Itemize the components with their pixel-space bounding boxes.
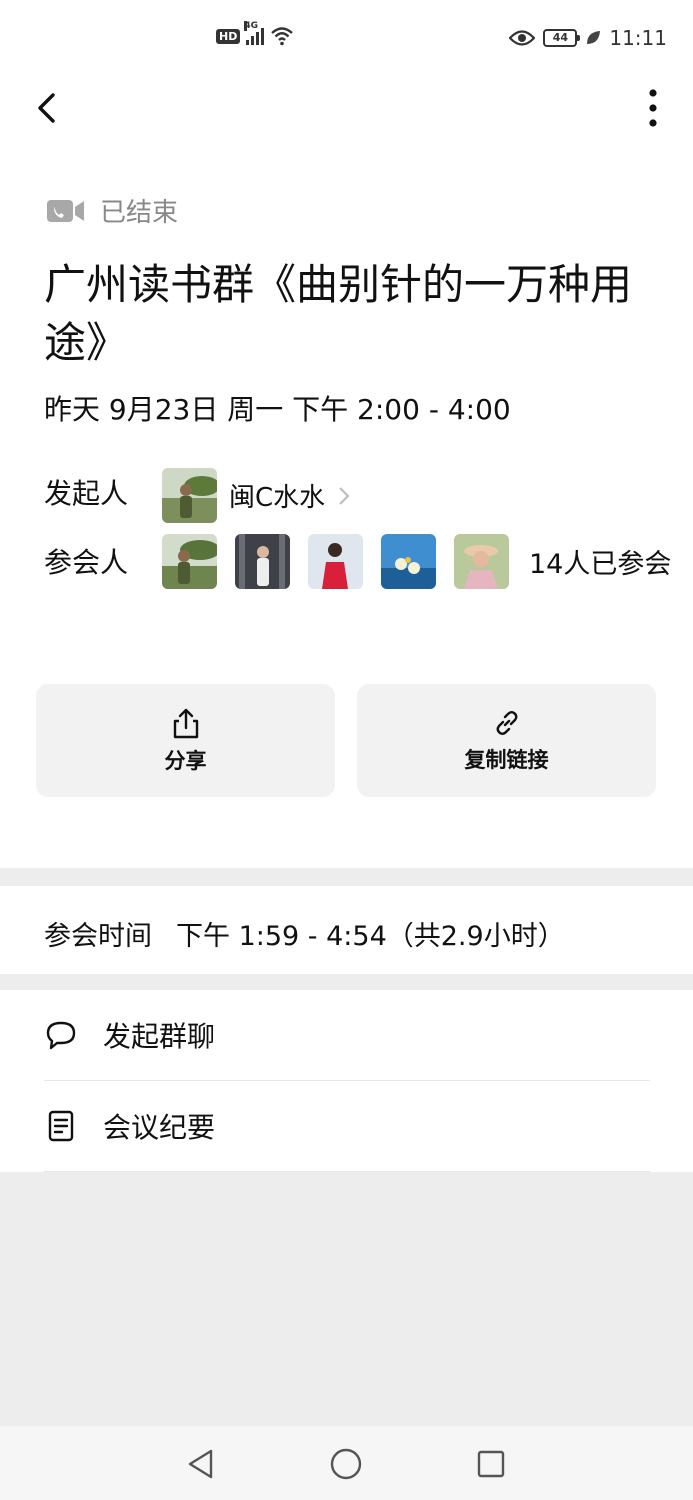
share-label: 分享 — [164, 748, 207, 773]
divider — [44, 1171, 650, 1172]
share-icon — [173, 708, 198, 738]
join-time-label: 参会时间 — [44, 921, 152, 952]
participants-row[interactable]: 14人已参会 — [162, 534, 671, 589]
meeting-minutes-label: 会议纪要 — [103, 1111, 216, 1144]
join-time-section: 参会时间 下午 1:59 - 4:54（共2.9小时） — [0, 886, 693, 974]
nav-recents-button[interactable] — [473, 1446, 509, 1482]
meeting-datetime: 昨天 9月23日 周一 下午 2:00 - 4:00 — [44, 393, 511, 426]
participants-label: 参会人 — [44, 546, 129, 579]
battery-icon: 44 — [543, 29, 581, 47]
square-recents-icon — [477, 1450, 505, 1478]
nav-back-button[interactable] — [183, 1446, 219, 1482]
eye-icon — [509, 30, 536, 46]
meeting-detail: 已结束 广州读书群《曲别针的一万种用途》 昨天 9月23日 周一 下午 2:00… — [0, 162, 693, 868]
join-time-value: 下午 1:59 - 4:54（共2.9小时） — [176, 921, 565, 952]
status-time: 11:11 — [609, 26, 667, 50]
back-button[interactable] — [30, 88, 62, 128]
meeting-minutes-item[interactable]: 会议纪要 — [0, 1081, 693, 1171]
status-left: HD 4G — [216, 21, 294, 46]
system-nav-bar — [0, 1426, 693, 1500]
share-button[interactable]: 分享 — [36, 684, 335, 797]
avatar — [454, 534, 509, 589]
avatar — [381, 534, 436, 589]
circle-home-icon — [330, 1448, 362, 1480]
meeting-title: 广州读书群《曲别针的一万种用途》 — [44, 260, 633, 367]
signal-icon: 4G — [244, 21, 265, 45]
link-icon — [496, 710, 517, 735]
nav-home-button[interactable] — [328, 1446, 364, 1482]
organizer-label: 发起人 — [44, 477, 129, 510]
avatar — [162, 468, 217, 523]
triangle-back-icon — [188, 1449, 213, 1479]
status-label: 已结束 — [100, 198, 179, 228]
copy-link-button[interactable]: 复制链接 — [357, 684, 656, 797]
status-bar: HD 4G 44 11:11 — [0, 0, 693, 78]
copy-link-label: 复制链接 — [464, 747, 549, 772]
video-camera-icon — [47, 199, 84, 222]
leaf-icon — [587, 31, 601, 44]
action-list: 发起群聊 会议纪要 — [0, 990, 693, 1172]
group-chat-label: 发起群聊 — [103, 1020, 216, 1053]
avatar — [162, 534, 217, 589]
chevron-left-icon — [38, 93, 55, 123]
organizer-row[interactable]: 闽C水水 — [162, 468, 351, 523]
more-vertical-icon — [649, 89, 657, 127]
organizer-name: 闽C水水 — [229, 483, 326, 513]
top-nav — [0, 78, 693, 162]
meeting-status: 已结束 — [46, 192, 178, 229]
avatar — [308, 534, 363, 589]
group-chat-item[interactable]: 发起群聊 — [0, 990, 693, 1080]
document-icon — [44, 1109, 78, 1143]
avatar — [235, 534, 290, 589]
participant-count: 14人已参会 — [529, 549, 672, 580]
chat-bubble-icon — [44, 1018, 78, 1052]
more-button[interactable] — [641, 86, 665, 130]
chevron-right-icon — [339, 486, 350, 505]
hd-badge: HD — [216, 28, 241, 44]
status-right: 44 11:11 — [509, 26, 667, 50]
wifi-icon — [271, 27, 294, 46]
